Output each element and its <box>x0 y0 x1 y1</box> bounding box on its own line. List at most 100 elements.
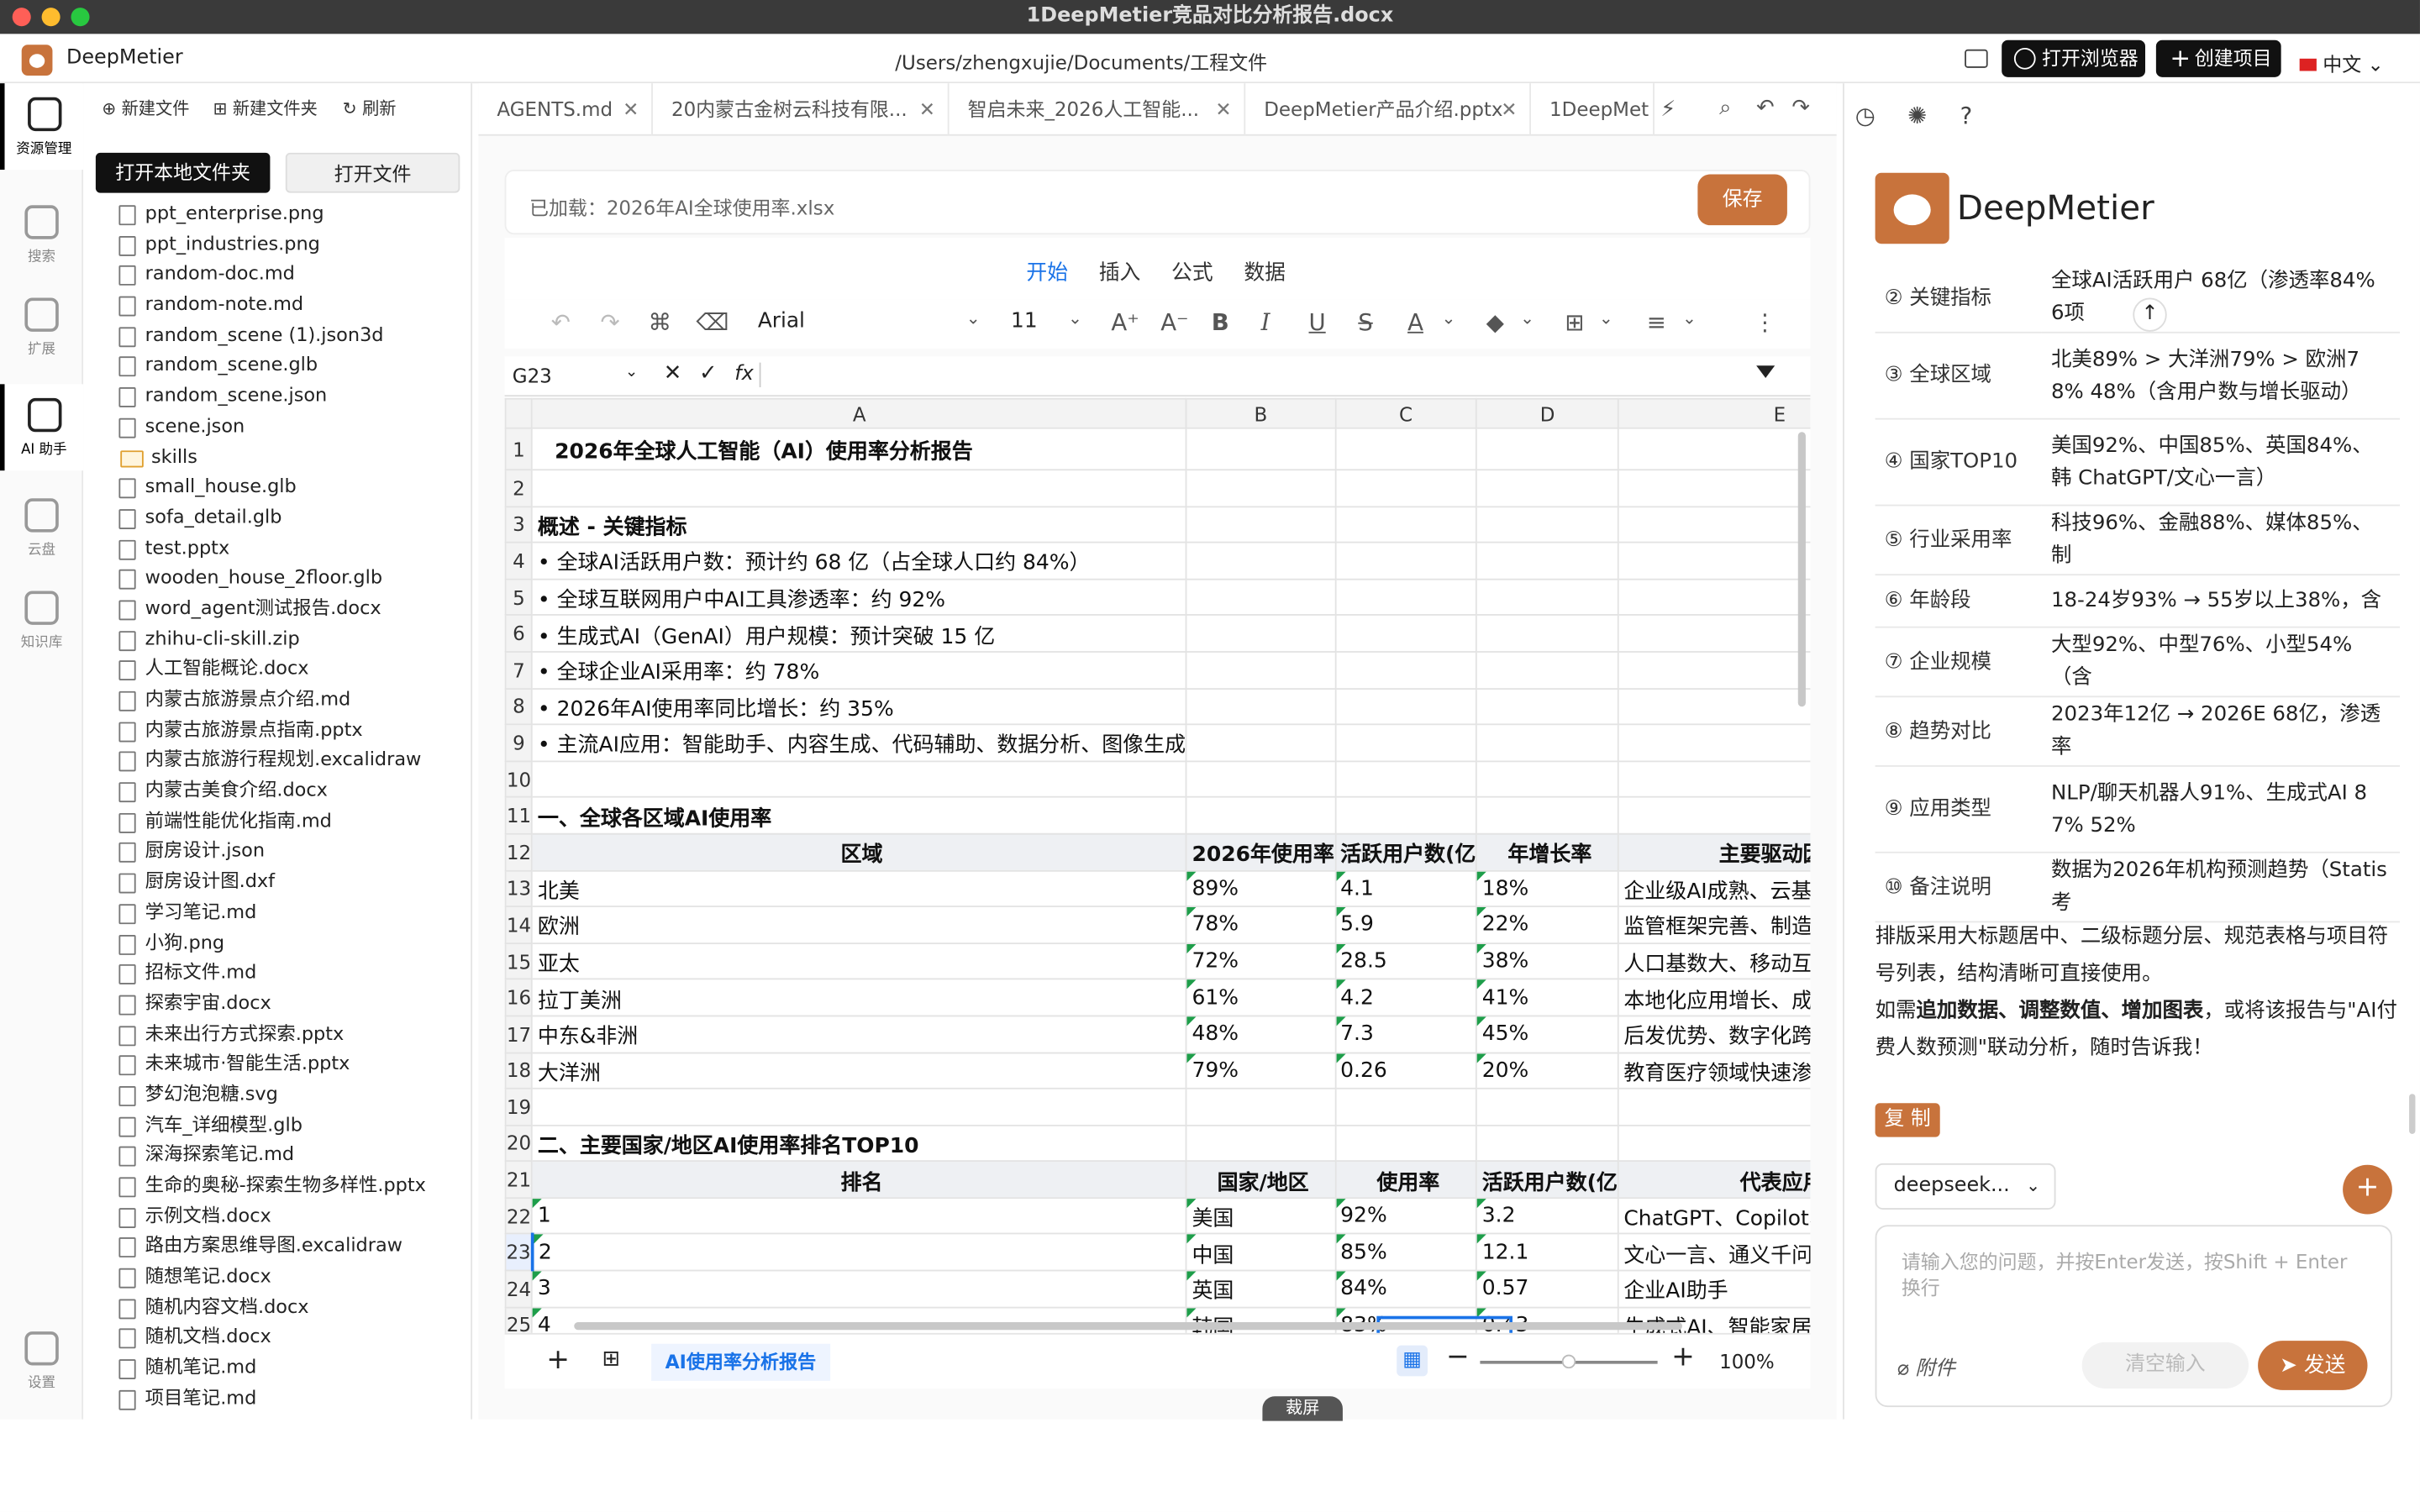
copy-button[interactable]: 复 制 <box>1875 1103 1940 1137</box>
row-header[interactable]: 4 <box>504 542 534 580</box>
file-item[interactable]: random-doc.md <box>114 260 469 290</box>
rail-item-5[interactable]: 知识库 <box>0 577 83 664</box>
cell[interactable] <box>1334 796 1478 835</box>
row-header[interactable]: 6 <box>504 614 534 653</box>
column-title[interactable]: 国家/地区 <box>1186 1160 1336 1199</box>
cell[interactable] <box>1334 427 1478 471</box>
file-item[interactable]: 前端性能优化指南.md <box>114 806 469 837</box>
cell[interactable]: 拉丁美洲 <box>531 979 1187 1017</box>
cell[interactable] <box>1334 614 1478 653</box>
cell[interactable] <box>1476 1124 1619 1163</box>
cell[interactable] <box>1617 1124 1811 1163</box>
cell[interactable]: 美国 <box>1186 1197 1336 1236</box>
corner-cell[interactable] <box>504 397 534 429</box>
horizontal-scrollbar[interactable] <box>574 1322 1683 1331</box>
cell[interactable] <box>1186 760 1336 799</box>
ribbon-tab[interactable]: 数据 <box>1244 255 1286 285</box>
cell[interactable]: • 生成式AI（GenAI）用户规模：预计突破 15 亿 <box>531 614 1187 653</box>
send-button[interactable]: ➤ 发送 <box>2258 1341 2368 1390</box>
sheet-list-icon[interactable]: ⊞ <box>602 1347 620 1371</box>
cell[interactable]: 北美 <box>531 869 1187 908</box>
cell[interactable] <box>1476 651 1619 690</box>
cell[interactable]: 监管框架完善、制造业AI升级 <box>1617 906 1811 944</box>
file-item[interactable]: sofa_detail.glb <box>114 503 469 533</box>
cell[interactable]: 18% <box>1476 869 1619 908</box>
file-item[interactable]: wooden_house_2floor.glb <box>114 564 469 594</box>
align-icon[interactable]: ≡ <box>1647 308 1666 336</box>
ribbon-tab[interactable]: 开始 <box>1026 255 1068 285</box>
cell[interactable] <box>1186 542 1336 580</box>
format-painter-icon[interactable]: ⌘ <box>648 308 671 336</box>
column-title[interactable]: 2026年使用率 <box>1186 832 1336 871</box>
file-item[interactable]: 厨房设计图.dxf <box>114 867 469 897</box>
row-header[interactable]: 10 <box>504 760 534 799</box>
file-item[interactable]: 随机文档.docx <box>114 1323 469 1353</box>
font-family-select[interactable]: Arial <box>758 308 805 333</box>
zoom-in-icon[interactable]: + <box>1671 1341 1695 1373</box>
cell[interactable]: 85% <box>1334 1233 1478 1272</box>
cell[interactable] <box>1334 505 1478 543</box>
file-item[interactable]: small_house.glb <box>114 472 469 502</box>
row-header[interactable]: 21 <box>504 1160 534 1199</box>
cell[interactable] <box>1476 427 1619 471</box>
cell[interactable]: 84% <box>1334 1269 1478 1308</box>
cell[interactable]: 92% <box>1334 1197 1478 1236</box>
file-item[interactable]: 深海探索笔记.md <box>114 1141 469 1171</box>
cell[interactable]: 2 <box>531 1233 1187 1272</box>
confirm-icon[interactable]: ✓ <box>699 361 718 386</box>
cell[interactable]: 亚太 <box>531 942 1187 980</box>
cell[interactable] <box>1617 796 1811 835</box>
cell[interactable]: 中东&非洲 <box>531 1015 1187 1053</box>
refresh-button[interactable]: ↻ 刷新 <box>343 96 397 120</box>
cell[interactable] <box>1476 469 1619 507</box>
column-title[interactable]: 区域 <box>531 832 1187 871</box>
row-header[interactable]: 13 <box>504 869 534 908</box>
cell[interactable]: • 主流AI应用：智能助手、内容生成、代码辅助、数据分析、图像生成 <box>531 723 1187 762</box>
cell[interactable] <box>1617 469 1811 507</box>
file-item[interactable]: random_scene.json <box>114 381 469 412</box>
column-header[interactable]: D <box>1476 397 1619 429</box>
cell[interactable]: 41% <box>1476 979 1619 1017</box>
file-item[interactable]: 小狗.png <box>114 928 469 958</box>
cell[interactable] <box>1476 505 1619 543</box>
cell[interactable] <box>1186 687 1336 726</box>
file-item[interactable]: 随想笔记.docx <box>114 1263 469 1293</box>
open-browser-button[interactable]: 打开浏览器 <box>2002 39 2146 77</box>
clear-format-icon[interactable]: ⌫ <box>696 308 729 336</box>
add-sheet-icon[interactable]: + <box>546 1344 570 1377</box>
close-window-button[interactable] <box>12 8 31 27</box>
file-item[interactable]: 内蒙古旅游行程规划.excalidraw <box>114 746 469 776</box>
cancel-icon[interactable]: ✕ <box>664 361 682 386</box>
cell[interactable]: 48% <box>1186 1015 1336 1053</box>
file-item[interactable]: 招标文件.md <box>114 958 469 989</box>
row-header[interactable]: 23 <box>504 1233 534 1272</box>
row-header[interactable]: 22 <box>504 1197 534 1236</box>
ribbon-tab[interactable]: 公式 <box>1171 255 1213 285</box>
cell[interactable] <box>1334 469 1478 507</box>
cell[interactable]: 中国 <box>1186 1233 1336 1272</box>
file-item[interactable]: 厨房设计.json <box>114 837 469 867</box>
cell[interactable] <box>1617 542 1811 580</box>
cell[interactable]: 22% <box>1476 906 1619 944</box>
search-icon[interactable]: ⌕ <box>1719 96 1731 120</box>
file-item[interactable]: ppt_industries.png <box>114 229 469 260</box>
decrease-font-icon[interactable]: A⁻ <box>1160 308 1188 336</box>
cell[interactable] <box>1617 1088 1811 1126</box>
cell[interactable] <box>1617 505 1811 543</box>
cell[interactable]: 78% <box>1186 906 1336 944</box>
cell[interactable]: 人口基数大、移动互联网普及 <box>1617 942 1811 980</box>
cell[interactable] <box>1476 687 1619 726</box>
new-folder-button[interactable]: ⊞ 新建文件夹 <box>213 96 317 120</box>
cell[interactable] <box>1186 651 1336 690</box>
cell[interactable]: 企业AI助手 <box>1617 1269 1811 1308</box>
file-item[interactable]: 未来城市·智能生活.pptx <box>114 1049 469 1079</box>
cell[interactable]: • 全球企业AI采用率：约 78% <box>531 651 1187 690</box>
vertical-scrollbar[interactable] <box>1797 432 1806 707</box>
fill-color-icon[interactable]: ◆ <box>1486 308 1504 336</box>
strikethrough-icon[interactable]: S <box>1358 308 1373 336</box>
rail-item-1[interactable]: 搜索 <box>0 192 83 278</box>
column-title[interactable]: 代表应用 <box>1617 1160 1811 1199</box>
cell[interactable] <box>1334 542 1478 580</box>
cell[interactable] <box>1617 687 1811 726</box>
row-header[interactable]: 1 <box>504 427 534 471</box>
